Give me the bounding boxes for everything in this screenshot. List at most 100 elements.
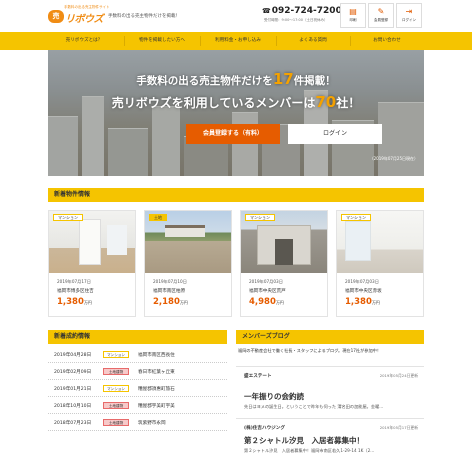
closed-date: 2019年02月09日 — [54, 370, 92, 375]
closed-type-badge: マンション — [103, 385, 129, 392]
member-icon: ✎ — [377, 7, 385, 16]
member-register-button[interactable]: ✎ 会員登録 — [368, 3, 394, 28]
house-shape — [165, 225, 205, 237]
window-shape — [107, 225, 127, 255]
listing-price-value: 4,980 — [249, 297, 276, 307]
listing-price: 4,980万円 — [249, 297, 284, 307]
closed-area: 春日市紅葉ヶ丘東 — [138, 370, 175, 375]
closed-type-badge: マンション — [103, 351, 129, 358]
hero-line2-post: 社！ — [336, 96, 361, 110]
closed-deal-row[interactable]: 2019年01月21日 マンション 糟屋郡須惠町旅石 — [48, 382, 227, 397]
listing-price-unit: 万円 — [179, 300, 188, 305]
listing-price-value: 1,380 — [345, 297, 372, 307]
site-tagline: 手数料の出る売主物件だけを掲載！ — [108, 14, 180, 19]
closed-date: 2018年10月10日 — [54, 404, 92, 409]
closed-area: 福岡市南区西長住 — [138, 353, 175, 358]
closed-date: 2018年07月23日 — [54, 421, 92, 426]
blog-intro: 福岡の不動産会社で働く社長・スタッフによるブログ。現在17社が参加中！ — [238, 348, 382, 353]
nav-item-contact[interactable]: お問い合わせ — [350, 32, 424, 50]
member-label: 会員登録 — [374, 18, 388, 22]
listing-photo: マンション — [337, 211, 423, 273]
hero-line2-pre: 売リボウズを利用しているメンバーは — [111, 96, 316, 110]
closed-date: 2019年04月28日 — [54, 353, 92, 358]
listing-price-value: 2,180 — [153, 297, 180, 307]
closed-area: 糟屋郡須惠町旅石 — [138, 387, 175, 392]
print-button[interactable]: ▤ 印刷 — [340, 3, 366, 28]
listing-photo: 土地 — [145, 211, 231, 273]
phone-icon: ☎ — [262, 7, 271, 15]
listing-type-badge: 土地 — [149, 214, 167, 221]
hero-listing-count: 17 — [272, 70, 294, 88]
logo-text: リボウズ — [65, 14, 104, 25]
site-header: 手数料の出る売主物件サイト 売 リボウズ 手数料の出る売主物件だけを掲載！ ☎0… — [0, 0, 472, 32]
new-listings-title: 新着物件情報 — [48, 188, 424, 202]
logo-badge: 売 — [48, 10, 64, 23]
closed-type-badge: 土地建物 — [103, 402, 129, 409]
closed-area: 糟屋郡宇美町宇美 — [138, 404, 175, 409]
listing-price-value: 1,380 — [57, 297, 84, 307]
listing-date: 2019年07月03日 — [249, 279, 283, 284]
blog-entry[interactable]: (株)住吉ハウジング 2019年05月17日更新 第２シャトル汐見 入居者募集中… — [236, 418, 424, 472]
listing-card[interactable]: マンション 2019年07月03日 福岡市中央区荒戸 4,980万円 — [240, 210, 328, 317]
hero-line1-post: 件掲載！ — [293, 75, 336, 87]
closed-type-badge: 土地建物 — [103, 419, 129, 426]
listing-address: 福岡市博多区住吉 — [57, 289, 94, 294]
closed-deals-title: 新着成約情報 — [48, 330, 227, 344]
closed-deal-row[interactable]: 2019年04月28日 マンション 福岡市南区西長住 — [48, 348, 227, 363]
listing-card[interactable]: マンション 2019年07月17日 福岡市博多区住吉 1,380万円 — [48, 210, 136, 317]
listing-price-unit: 万円 — [275, 300, 284, 305]
listing-price: 1,380万円 — [345, 297, 380, 307]
site-logo[interactable]: 手数料の出る売主物件サイト 売 リボウズ — [48, 5, 110, 25]
signup-button[interactable]: 会員登録する（有料） — [186, 124, 280, 144]
nav-item-about[interactable]: 売リボウズとは？ — [48, 32, 120, 50]
closed-deal-row[interactable]: 2018年07月23日 土地建物 筑紫野市永岡 — [48, 416, 227, 431]
listing-price-unit: 万円 — [371, 300, 380, 305]
print-label: 印刷 — [349, 18, 357, 22]
closed-deal-row[interactable]: 2019年02月09日 土地建物 春日市紅葉ヶ丘東 — [48, 365, 227, 380]
phone-number[interactable]: ☎092-724-7200 — [262, 6, 342, 16]
nav-item-faq[interactable]: よくある質問 — [276, 32, 350, 50]
print-icon: ▤ — [349, 7, 357, 16]
blog-title: メンバーズブログ — [236, 330, 424, 344]
listing-date: 2019年07月10日 — [153, 279, 187, 284]
listing-address: 福岡市中央区赤坂 — [345, 289, 382, 294]
blog-entry-title: 第２シャトル汐見 入居者募集中！ — [244, 436, 364, 445]
window-shape — [345, 221, 371, 261]
closed-area: 筑紫野市永岡 — [138, 421, 166, 426]
business-hours: 受付時間：9:00〜17:00（土日祝休み） — [264, 18, 328, 22]
closed-type-badge: 土地建物 — [103, 368, 129, 375]
hero-subheadline: 売リボウズを利用しているメンバーは70社！ — [48, 93, 424, 111]
nav-item-pricing[interactable]: 利用料金・お申し込み — [200, 32, 276, 50]
closed-deal-row[interactable]: 2018年10月10日 土地建物 糟屋郡宇美町宇美 — [48, 399, 227, 414]
blog-author: (株)住吉ハウジング — [244, 426, 285, 431]
hero-date-note: （2019年07月25日現在） — [369, 156, 418, 161]
blog-author: 盛エステート — [244, 374, 272, 379]
login-header-button[interactable]: ⇥ ログイン — [396, 3, 422, 28]
nav-item-listing[interactable]: 物件を掲載したい方へ — [124, 32, 200, 50]
page: 手数料の出る売主物件サイト 売 リボウズ 手数料の出る売主物件だけを掲載！ ☎0… — [0, 0, 472, 472]
listing-type-badge: マンション — [245, 214, 275, 221]
listing-date: 2019年07月03日 — [345, 279, 379, 284]
hero-banner: 手数料の出る売主物件だけを17件掲載！ 売リボウズを利用しているメンバーは70社… — [48, 50, 424, 176]
blog-date: 2019年05月17日更新 — [379, 425, 418, 430]
listing-type-badge: マンション — [53, 214, 83, 221]
blog-excerpt: 第２シャトル汐見 入居者募集中！福岡市南区若久1-29-14 1K（2... — [244, 448, 375, 453]
listing-address: 福岡市南区柏原 — [153, 289, 186, 294]
listing-card[interactable]: 土地 2019年07月10日 福岡市南区柏原 2,180万円 — [144, 210, 232, 317]
listing-date: 2019年07月17日 — [57, 279, 91, 284]
listing-price: 1,380万円 — [57, 297, 92, 307]
listing-price-unit: 万円 — [83, 300, 92, 305]
login-label: ログイン — [402, 18, 416, 22]
hero-headline: 手数料の出る売主物件だけを17件掲載！ — [48, 70, 424, 88]
listing-card[interactable]: マンション 2019年07月03日 福岡市中央区赤坂 1,380万円 — [336, 210, 424, 317]
blog-entry-title: 一年振りの会釣読 — [244, 392, 304, 401]
entrance-shape — [275, 239, 293, 265]
hero-overlay — [48, 50, 424, 176]
listing-price: 2,180万円 — [153, 297, 188, 307]
listing-photo: マンション — [49, 211, 135, 273]
blog-date: 2019年05月24日更新 — [379, 373, 418, 378]
blog-entry[interactable]: 盛エステート 2019年05月24日更新 一年振りの会釣読 先日はヨメの誕生日。… — [236, 366, 424, 416]
login-button[interactable]: ログイン — [288, 124, 382, 144]
hero-member-count: 70 — [315, 93, 337, 111]
phone-text: 092-724-7200 — [271, 6, 342, 16]
